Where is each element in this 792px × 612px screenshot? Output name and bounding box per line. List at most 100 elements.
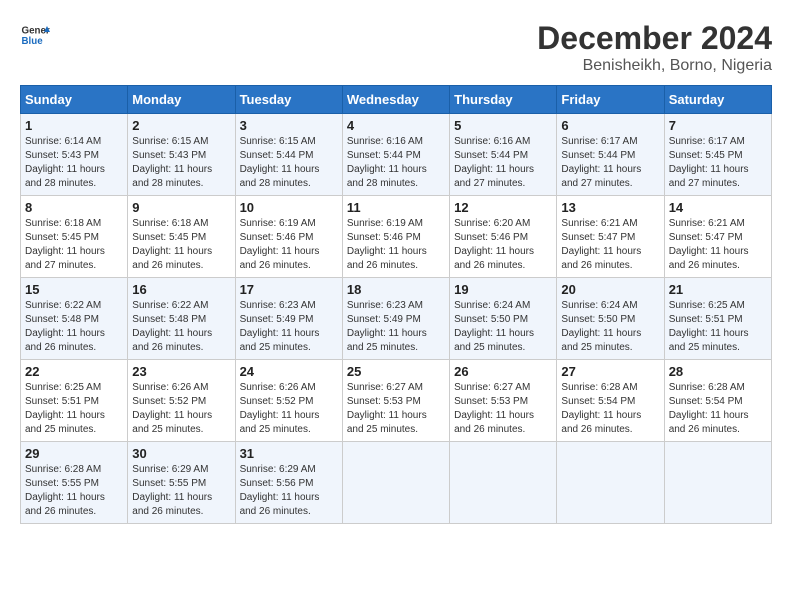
day-number: 20 xyxy=(561,282,659,297)
day-info: Sunrise: 6:28 AM Sunset: 5:55 PM Dayligh… xyxy=(25,463,123,519)
day-info: Sunrise: 6:21 AM Sunset: 5:47 PM Dayligh… xyxy=(561,217,659,273)
table-row: 25 Sunrise: 6:27 AM Sunset: 5:53 PM Dayl… xyxy=(342,360,449,442)
table-row: 21 Sunrise: 6:25 AM Sunset: 5:51 PM Dayl… xyxy=(664,278,771,360)
title-block: December 2024 Benisheikh, Borno, Nigeria xyxy=(537,20,772,75)
table-row: 12 Sunrise: 6:20 AM Sunset: 5:46 PM Dayl… xyxy=(450,196,557,278)
day-number: 7 xyxy=(669,118,767,133)
table-row: 26 Sunrise: 6:27 AM Sunset: 5:53 PM Dayl… xyxy=(450,360,557,442)
table-row xyxy=(664,442,771,524)
table-row: 1 Sunrise: 6:14 AM Sunset: 5:43 PM Dayli… xyxy=(21,114,128,196)
day-number: 24 xyxy=(240,364,338,379)
page-header: General Blue December 2024 Benisheikh, B… xyxy=(20,20,772,75)
day-number: 13 xyxy=(561,200,659,215)
day-number: 19 xyxy=(454,282,552,297)
day-info: Sunrise: 6:15 AM Sunset: 5:43 PM Dayligh… xyxy=(132,135,230,191)
col-thursday: Thursday xyxy=(450,86,557,114)
table-row: 8 Sunrise: 6:18 AM Sunset: 5:45 PM Dayli… xyxy=(21,196,128,278)
day-number: 18 xyxy=(347,282,445,297)
table-row: 5 Sunrise: 6:16 AM Sunset: 5:44 PM Dayli… xyxy=(450,114,557,196)
table-row: 15 Sunrise: 6:22 AM Sunset: 5:48 PM Dayl… xyxy=(21,278,128,360)
day-info: Sunrise: 6:25 AM Sunset: 5:51 PM Dayligh… xyxy=(669,299,767,355)
day-number: 12 xyxy=(454,200,552,215)
location: Benisheikh, Borno, Nigeria xyxy=(537,57,772,75)
table-row: 4 Sunrise: 6:16 AM Sunset: 5:44 PM Dayli… xyxy=(342,114,449,196)
day-info: Sunrise: 6:24 AM Sunset: 5:50 PM Dayligh… xyxy=(561,299,659,355)
day-number: 23 xyxy=(132,364,230,379)
day-number: 17 xyxy=(240,282,338,297)
day-number: 6 xyxy=(561,118,659,133)
day-info: Sunrise: 6:16 AM Sunset: 5:44 PM Dayligh… xyxy=(347,135,445,191)
day-number: 14 xyxy=(669,200,767,215)
day-number: 9 xyxy=(132,200,230,215)
day-info: Sunrise: 6:27 AM Sunset: 5:53 PM Dayligh… xyxy=(347,381,445,437)
day-number: 29 xyxy=(25,446,123,461)
logo: General Blue xyxy=(20,20,50,50)
table-row xyxy=(450,442,557,524)
day-info: Sunrise: 6:28 AM Sunset: 5:54 PM Dayligh… xyxy=(669,381,767,437)
table-row: 3 Sunrise: 6:15 AM Sunset: 5:44 PM Dayli… xyxy=(235,114,342,196)
day-info: Sunrise: 6:14 AM Sunset: 5:43 PM Dayligh… xyxy=(25,135,123,191)
day-info: Sunrise: 6:23 AM Sunset: 5:49 PM Dayligh… xyxy=(240,299,338,355)
day-info: Sunrise: 6:17 AM Sunset: 5:44 PM Dayligh… xyxy=(561,135,659,191)
day-number: 26 xyxy=(454,364,552,379)
col-sunday: Sunday xyxy=(21,86,128,114)
day-number: 30 xyxy=(132,446,230,461)
table-row: 20 Sunrise: 6:24 AM Sunset: 5:50 PM Dayl… xyxy=(557,278,664,360)
day-info: Sunrise: 6:16 AM Sunset: 5:44 PM Dayligh… xyxy=(454,135,552,191)
table-row: 23 Sunrise: 6:26 AM Sunset: 5:52 PM Dayl… xyxy=(128,360,235,442)
day-info: Sunrise: 6:22 AM Sunset: 5:48 PM Dayligh… xyxy=(132,299,230,355)
table-row: 22 Sunrise: 6:25 AM Sunset: 5:51 PM Dayl… xyxy=(21,360,128,442)
day-info: Sunrise: 6:21 AM Sunset: 5:47 PM Dayligh… xyxy=(669,217,767,273)
day-number: 15 xyxy=(25,282,123,297)
table-row xyxy=(557,442,664,524)
table-row xyxy=(342,442,449,524)
day-info: Sunrise: 6:22 AM Sunset: 5:48 PM Dayligh… xyxy=(25,299,123,355)
day-info: Sunrise: 6:27 AM Sunset: 5:53 PM Dayligh… xyxy=(454,381,552,437)
table-row: 30 Sunrise: 6:29 AM Sunset: 5:55 PM Dayl… xyxy=(128,442,235,524)
day-number: 10 xyxy=(240,200,338,215)
day-number: 5 xyxy=(454,118,552,133)
table-row: 16 Sunrise: 6:22 AM Sunset: 5:48 PM Dayl… xyxy=(128,278,235,360)
table-row: 24 Sunrise: 6:26 AM Sunset: 5:52 PM Dayl… xyxy=(235,360,342,442)
calendar-body: 1 Sunrise: 6:14 AM Sunset: 5:43 PM Dayli… xyxy=(21,114,772,524)
day-number: 27 xyxy=(561,364,659,379)
day-number: 4 xyxy=(347,118,445,133)
day-info: Sunrise: 6:24 AM Sunset: 5:50 PM Dayligh… xyxy=(454,299,552,355)
table-row: 31 Sunrise: 6:29 AM Sunset: 5:56 PM Dayl… xyxy=(235,442,342,524)
col-saturday: Saturday xyxy=(664,86,771,114)
day-info: Sunrise: 6:19 AM Sunset: 5:46 PM Dayligh… xyxy=(347,217,445,273)
table-row: 9 Sunrise: 6:18 AM Sunset: 5:45 PM Dayli… xyxy=(128,196,235,278)
month-year: December 2024 xyxy=(537,20,772,57)
table-row: 11 Sunrise: 6:19 AM Sunset: 5:46 PM Dayl… xyxy=(342,196,449,278)
day-info: Sunrise: 6:17 AM Sunset: 5:45 PM Dayligh… xyxy=(669,135,767,191)
day-info: Sunrise: 6:29 AM Sunset: 5:55 PM Dayligh… xyxy=(132,463,230,519)
svg-text:Blue: Blue xyxy=(22,36,44,47)
day-number: 31 xyxy=(240,446,338,461)
col-friday: Friday xyxy=(557,86,664,114)
table-row: 19 Sunrise: 6:24 AM Sunset: 5:50 PM Dayl… xyxy=(450,278,557,360)
day-info: Sunrise: 6:18 AM Sunset: 5:45 PM Dayligh… xyxy=(25,217,123,273)
table-row: 13 Sunrise: 6:21 AM Sunset: 5:47 PM Dayl… xyxy=(557,196,664,278)
day-number: 16 xyxy=(132,282,230,297)
day-info: Sunrise: 6:29 AM Sunset: 5:56 PM Dayligh… xyxy=(240,463,338,519)
col-tuesday: Tuesday xyxy=(235,86,342,114)
calendar-table: Sunday Monday Tuesday Wednesday Thursday… xyxy=(20,85,772,524)
col-wednesday: Wednesday xyxy=(342,86,449,114)
table-row: 6 Sunrise: 6:17 AM Sunset: 5:44 PM Dayli… xyxy=(557,114,664,196)
day-info: Sunrise: 6:15 AM Sunset: 5:44 PM Dayligh… xyxy=(240,135,338,191)
table-row: 17 Sunrise: 6:23 AM Sunset: 5:49 PM Dayl… xyxy=(235,278,342,360)
day-number: 3 xyxy=(240,118,338,133)
table-row: 2 Sunrise: 6:15 AM Sunset: 5:43 PM Dayli… xyxy=(128,114,235,196)
day-info: Sunrise: 6:19 AM Sunset: 5:46 PM Dayligh… xyxy=(240,217,338,273)
day-number: 21 xyxy=(669,282,767,297)
day-info: Sunrise: 6:25 AM Sunset: 5:51 PM Dayligh… xyxy=(25,381,123,437)
table-row: 27 Sunrise: 6:28 AM Sunset: 5:54 PM Dayl… xyxy=(557,360,664,442)
day-number: 8 xyxy=(25,200,123,215)
day-info: Sunrise: 6:26 AM Sunset: 5:52 PM Dayligh… xyxy=(240,381,338,437)
table-row: 7 Sunrise: 6:17 AM Sunset: 5:45 PM Dayli… xyxy=(664,114,771,196)
table-row: 10 Sunrise: 6:19 AM Sunset: 5:46 PM Dayl… xyxy=(235,196,342,278)
col-monday: Monday xyxy=(128,86,235,114)
table-row: 28 Sunrise: 6:28 AM Sunset: 5:54 PM Dayl… xyxy=(664,360,771,442)
day-number: 28 xyxy=(669,364,767,379)
table-row: 29 Sunrise: 6:28 AM Sunset: 5:55 PM Dayl… xyxy=(21,442,128,524)
